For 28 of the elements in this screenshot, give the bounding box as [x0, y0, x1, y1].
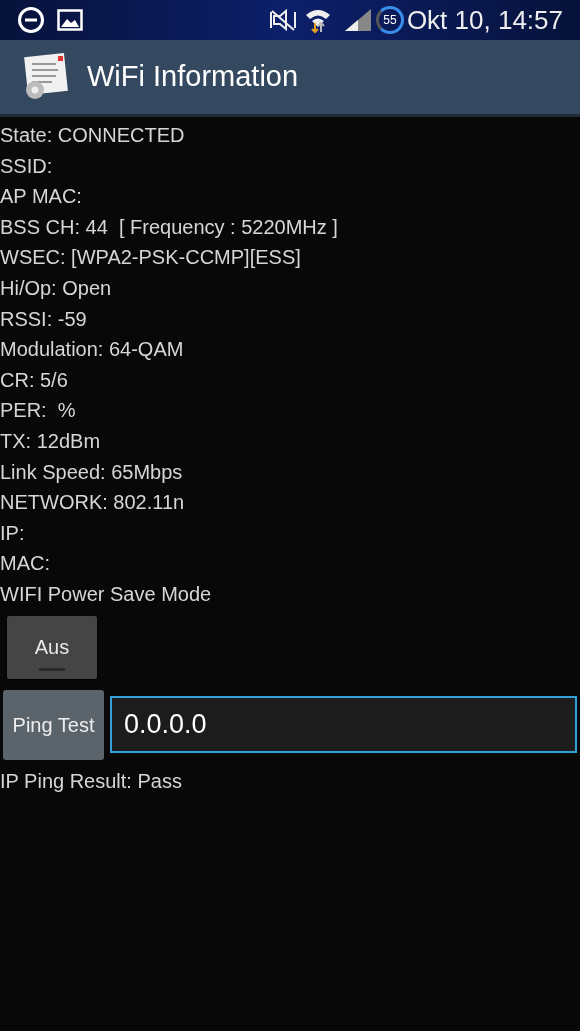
toggle-button[interactable]: Aus	[7, 615, 97, 679]
app-icon	[22, 52, 68, 102]
window-title: WiFi Information	[87, 59, 299, 95]
info-line: Modulation: 64-QAM	[0, 337, 185, 363]
info-line: WIFI Power Save Mode	[0, 581, 213, 607]
ping-result: IP Ping Result: Pass	[0, 768, 183, 794]
signal-icon	[343, 8, 372, 32]
info-line: Link Speed: 65Mbps	[0, 459, 184, 485]
image-icon	[57, 9, 83, 31]
info-line: NETWORK: 802.11n	[0, 490, 186, 516]
info-line: State: CONNECTED	[0, 123, 186, 148]
mute-icon	[267, 8, 298, 32]
battery-icon: 55	[375, 6, 404, 34]
info-line: PER: %	[0, 398, 77, 424]
info-line: AP MAC:	[0, 184, 83, 210]
info-line: RSSI: -59	[0, 306, 88, 332]
info-line: IP:	[0, 520, 26, 546]
info-line: BSS CH: 44 [ Frequency : 5220MHz ]	[0, 214, 339, 240]
ping-test-button[interactable]: Ping Test	[3, 689, 104, 760]
info-line: TX: 12dBm	[0, 428, 102, 454]
clock: Okt 10, 14:57	[406, 3, 563, 37]
info-line: SSID:	[0, 153, 54, 179]
info-line: WSEC: [WPA2-PSK-CCMP][ESS]	[0, 245, 302, 271]
do-not-disturb-icon	[17, 6, 45, 34]
ip-address-field[interactable]: 0.0.0.0	[110, 696, 577, 753]
info-line: CR: 5/6	[0, 367, 69, 393]
info-line: MAC:	[0, 551, 51, 577]
info-line: Hi/Op: Open	[0, 275, 113, 301]
